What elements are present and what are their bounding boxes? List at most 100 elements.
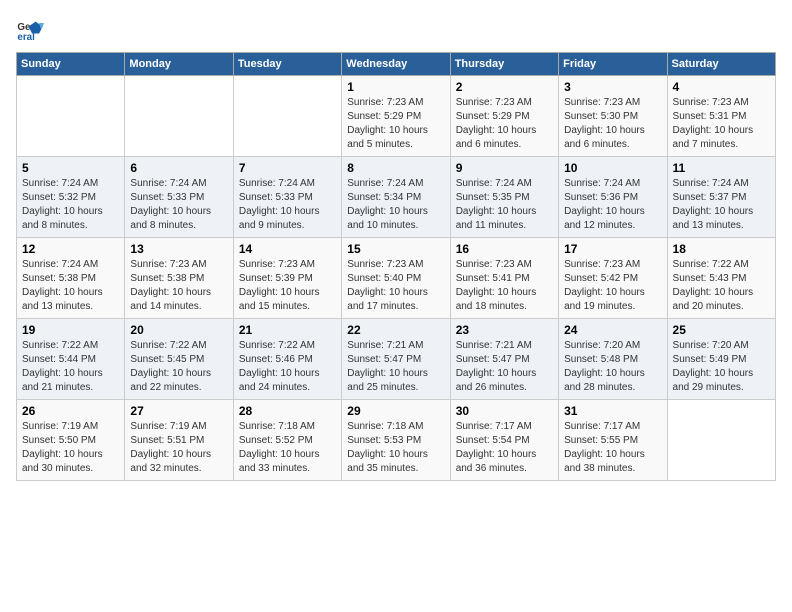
day-detail: Sunrise: 7:17 AM Sunset: 5:54 PM Dayligh… <box>456 420 553 476</box>
calendar-week-row: 26 Sunrise: 7:19 AM Sunset: 5:50 PM Dayli… <box>17 400 776 481</box>
weekday-header-thursday: Thursday <box>450 53 558 76</box>
day-detail: Sunrise: 7:23 AM Sunset: 5:42 PM Dayligh… <box>564 258 661 314</box>
day-detail: Sunrise: 7:24 AM Sunset: 5:32 PM Dayligh… <box>22 177 119 233</box>
day-detail: Sunrise: 7:23 AM Sunset: 5:41 PM Dayligh… <box>456 258 553 314</box>
calendar-cell: 22 Sunrise: 7:21 AM Sunset: 5:47 PM Dayli… <box>342 319 450 400</box>
calendar-week-row: 12Sunrise: 7:24 AM Sunset: 5:38 PM Dayli… <box>17 238 776 319</box>
day-number: 25 <box>673 323 770 337</box>
day-number: 5 <box>22 161 119 175</box>
day-number: 7 <box>239 161 336 175</box>
calendar-cell: 23Sunrise: 7:21 AM Sunset: 5:47 PM Dayli… <box>450 319 558 400</box>
day-detail: Sunrise: 7:23 AM Sunset: 5:30 PM Dayligh… <box>564 96 661 152</box>
calendar-cell: 21 Sunrise: 7:22 AM Sunset: 5:46 PM Dayli… <box>233 319 341 400</box>
day-number: 30 <box>456 404 553 418</box>
day-number: 22 <box>347 323 444 337</box>
day-detail: Sunrise: 7:22 AM Sunset: 5:44 PM Dayligh… <box>22 339 119 395</box>
day-detail: Sunrise: 7:23 AM Sunset: 5:39 PM Dayligh… <box>239 258 336 314</box>
calendar-cell: 24 Sunrise: 7:20 AM Sunset: 5:48 PM Dayli… <box>559 319 667 400</box>
weekday-header-saturday: Saturday <box>667 53 775 76</box>
calendar-cell: 8 Sunrise: 7:24 AM Sunset: 5:34 PM Daylig… <box>342 157 450 238</box>
day-detail: Sunrise: 7:24 AM Sunset: 5:33 PM Dayligh… <box>130 177 227 233</box>
day-number: 9 <box>456 161 553 175</box>
calendar-week-row: 19 Sunrise: 7:22 AM Sunset: 5:44 PM Dayli… <box>17 319 776 400</box>
calendar-cell: 10 Sunrise: 7:24 AM Sunset: 5:36 PM Dayli… <box>559 157 667 238</box>
day-number: 20 <box>130 323 227 337</box>
day-number: 14 <box>239 242 336 256</box>
day-number: 29 <box>347 404 444 418</box>
weekday-header-sunday: Sunday <box>17 53 125 76</box>
day-number: 10 <box>564 161 661 175</box>
day-detail: Sunrise: 7:20 AM Sunset: 5:48 PM Dayligh… <box>564 339 661 395</box>
day-detail: Sunrise: 7:22 AM Sunset: 5:45 PM Dayligh… <box>130 339 227 395</box>
calendar-cell: 13 Sunrise: 7:23 AM Sunset: 5:38 PM Dayli… <box>125 238 233 319</box>
day-detail: Sunrise: 7:19 AM Sunset: 5:51 PM Dayligh… <box>130 420 227 476</box>
calendar-cell: 28 Sunrise: 7:18 AM Sunset: 5:52 PM Dayli… <box>233 400 341 481</box>
calendar-cell: 17 Sunrise: 7:23 AM Sunset: 5:42 PM Dayli… <box>559 238 667 319</box>
calendar-cell <box>667 400 775 481</box>
logo: Gen eral <box>16 16 46 44</box>
day-number: 23 <box>456 323 553 337</box>
day-detail: Sunrise: 7:24 AM Sunset: 5:33 PM Dayligh… <box>239 177 336 233</box>
calendar-cell: 16 Sunrise: 7:23 AM Sunset: 5:41 PM Dayli… <box>450 238 558 319</box>
calendar-table: SundayMondayTuesdayWednesdayThursdayFrid… <box>16 52 776 481</box>
day-detail: Sunrise: 7:22 AM Sunset: 5:43 PM Dayligh… <box>673 258 770 314</box>
day-detail: Sunrise: 7:24 AM Sunset: 5:34 PM Dayligh… <box>347 177 444 233</box>
day-number: 8 <box>347 161 444 175</box>
day-detail: Sunrise: 7:18 AM Sunset: 5:52 PM Dayligh… <box>239 420 336 476</box>
calendar-cell: 30 Sunrise: 7:17 AM Sunset: 5:54 PM Dayli… <box>450 400 558 481</box>
calendar-cell: 25 Sunrise: 7:20 AM Sunset: 5:49 PM Dayli… <box>667 319 775 400</box>
day-number: 21 <box>239 323 336 337</box>
day-detail: Sunrise: 7:20 AM Sunset: 5:49 PM Dayligh… <box>673 339 770 395</box>
day-detail: Sunrise: 7:23 AM Sunset: 5:29 PM Dayligh… <box>347 96 444 152</box>
day-number: 12 <box>22 242 119 256</box>
day-detail: Sunrise: 7:24 AM Sunset: 5:35 PM Dayligh… <box>456 177 553 233</box>
day-detail: Sunrise: 7:18 AM Sunset: 5:53 PM Dayligh… <box>347 420 444 476</box>
calendar-cell: 5 Sunrise: 7:24 AM Sunset: 5:32 PM Daylig… <box>17 157 125 238</box>
calendar-cell: 20 Sunrise: 7:22 AM Sunset: 5:45 PM Dayli… <box>125 319 233 400</box>
calendar-cell: 11Sunrise: 7:24 AM Sunset: 5:37 PM Dayli… <box>667 157 775 238</box>
day-number: 24 <box>564 323 661 337</box>
day-number: 6 <box>130 161 227 175</box>
calendar-cell: 3 Sunrise: 7:23 AM Sunset: 5:30 PM Daylig… <box>559 76 667 157</box>
day-detail: Sunrise: 7:23 AM Sunset: 5:40 PM Dayligh… <box>347 258 444 314</box>
calendar-cell: 18 Sunrise: 7:22 AM Sunset: 5:43 PM Dayli… <box>667 238 775 319</box>
day-detail: Sunrise: 7:22 AM Sunset: 5:46 PM Dayligh… <box>239 339 336 395</box>
day-number: 3 <box>564 80 661 94</box>
day-number: 28 <box>239 404 336 418</box>
day-number: 16 <box>456 242 553 256</box>
calendar-cell: 7 Sunrise: 7:24 AM Sunset: 5:33 PM Daylig… <box>233 157 341 238</box>
day-number: 2 <box>456 80 553 94</box>
day-number: 17 <box>564 242 661 256</box>
day-number: 26 <box>22 404 119 418</box>
calendar-cell: 15 Sunrise: 7:23 AM Sunset: 5:40 PM Dayli… <box>342 238 450 319</box>
calendar-cell <box>125 76 233 157</box>
day-number: 31 <box>564 404 661 418</box>
day-detail: Sunrise: 7:19 AM Sunset: 5:50 PM Dayligh… <box>22 420 119 476</box>
day-number: 4 <box>673 80 770 94</box>
calendar-week-row: 5 Sunrise: 7:24 AM Sunset: 5:32 PM Daylig… <box>17 157 776 238</box>
weekday-header-wednesday: Wednesday <box>342 53 450 76</box>
calendar-cell <box>17 76 125 157</box>
day-number: 27 <box>130 404 227 418</box>
calendar-cell: 31 Sunrise: 7:17 AM Sunset: 5:55 PM Dayli… <box>559 400 667 481</box>
calendar-cell: 14 Sunrise: 7:23 AM Sunset: 5:39 PM Dayli… <box>233 238 341 319</box>
calendar-cell: 19 Sunrise: 7:22 AM Sunset: 5:44 PM Dayli… <box>17 319 125 400</box>
weekday-header-monday: Monday <box>125 53 233 76</box>
day-detail: Sunrise: 7:24 AM Sunset: 5:36 PM Dayligh… <box>564 177 661 233</box>
day-number: 13 <box>130 242 227 256</box>
page-header: Gen eral <box>16 16 776 44</box>
calendar-cell: 29 Sunrise: 7:18 AM Sunset: 5:53 PM Dayli… <box>342 400 450 481</box>
day-detail: Sunrise: 7:23 AM Sunset: 5:29 PM Dayligh… <box>456 96 553 152</box>
day-number: 1 <box>347 80 444 94</box>
calendar-cell: 27 Sunrise: 7:19 AM Sunset: 5:51 PM Dayli… <box>125 400 233 481</box>
day-number: 19 <box>22 323 119 337</box>
calendar-cell: 1 Sunrise: 7:23 AM Sunset: 5:29 PM Daylig… <box>342 76 450 157</box>
day-detail: Sunrise: 7:21 AM Sunset: 5:47 PM Dayligh… <box>347 339 444 395</box>
day-detail: Sunrise: 7:23 AM Sunset: 5:38 PM Dayligh… <box>130 258 227 314</box>
day-detail: Sunrise: 7:17 AM Sunset: 5:55 PM Dayligh… <box>564 420 661 476</box>
calendar-week-row: 1 Sunrise: 7:23 AM Sunset: 5:29 PM Daylig… <box>17 76 776 157</box>
day-number: 11 <box>673 161 770 175</box>
calendar-cell: 9 Sunrise: 7:24 AM Sunset: 5:35 PM Daylig… <box>450 157 558 238</box>
day-number: 15 <box>347 242 444 256</box>
day-number: 18 <box>673 242 770 256</box>
